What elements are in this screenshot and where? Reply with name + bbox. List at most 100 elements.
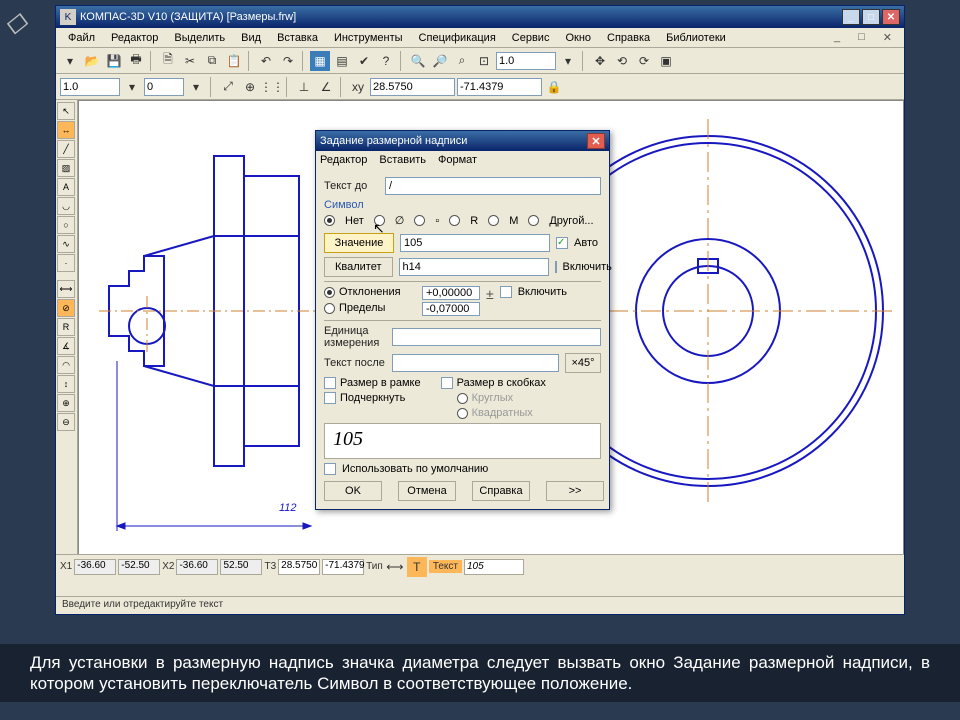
frame-checkbox[interactable] xyxy=(324,377,336,389)
angle-icon[interactable]: ∠ xyxy=(316,77,336,97)
menu-select[interactable]: Выделить xyxy=(166,30,233,46)
underline-checkbox[interactable] xyxy=(324,392,336,404)
cancel-button[interactable]: Отмена xyxy=(398,481,456,501)
include1-checkbox[interactable] xyxy=(555,261,557,273)
scale-dropdown[interactable]: ▾ xyxy=(122,77,142,97)
undo-icon[interactable]: ↶ xyxy=(256,51,276,71)
zoom-out-icon[interactable]: 🔎 xyxy=(430,51,450,71)
menu-editor[interactable]: Редактор xyxy=(103,30,166,46)
zoom-dropdown[interactable]: ▾ xyxy=(558,51,578,71)
zoom-window-icon[interactable]: ⌕ xyxy=(452,51,472,71)
refresh-icon[interactable]: ⟳ xyxy=(634,51,654,71)
tool-angle-dim[interactable]: ∡ xyxy=(57,337,75,355)
snap-icon[interactable]: ⤢ xyxy=(218,77,238,97)
tool-baseline-dim[interactable]: ⊖ xyxy=(57,413,75,431)
menu-help[interactable]: Справка xyxy=(599,30,658,46)
dlg-menu-format[interactable]: Формат xyxy=(438,154,477,166)
use-default-checkbox[interactable] xyxy=(324,463,336,475)
dev-lower-input[interactable] xyxy=(422,302,480,316)
tool-text[interactable]: A xyxy=(57,178,75,196)
ortho-icon[interactable]: ⊥ xyxy=(294,77,314,97)
props-icon[interactable]: ✔ xyxy=(354,51,374,71)
tool-arc-dim[interactable]: ◠ xyxy=(57,356,75,374)
tool-height-dim[interactable]: ↕ xyxy=(57,375,75,393)
tool-linear-dim[interactable]: ⟷ xyxy=(57,280,75,298)
tool-circle[interactable]: ○ xyxy=(57,216,75,234)
grid-icon[interactable]: ▦ xyxy=(310,51,330,71)
tool-diameter-dim[interactable]: ⊘ xyxy=(57,299,75,317)
unit-input[interactable] xyxy=(392,328,601,346)
dlg-menu-editor[interactable]: Редактор xyxy=(320,154,367,166)
save-icon[interactable]: 💾 xyxy=(104,51,124,71)
coord-lock-icon[interactable]: 🔒 xyxy=(544,77,564,97)
menu-file[interactable]: Файл xyxy=(60,30,103,46)
dev-upper-input[interactable] xyxy=(422,286,480,300)
t3x-value[interactable]: 28.5750 xyxy=(278,559,320,575)
brackets-checkbox[interactable] xyxy=(441,377,453,389)
pan-icon[interactable]: ✥ xyxy=(590,51,610,71)
radio-square[interactable] xyxy=(414,215,425,226)
zoom-fit-icon[interactable]: ⊡ xyxy=(474,51,494,71)
redo-icon[interactable]: ↷ xyxy=(278,51,298,71)
paste-icon[interactable]: 📋 xyxy=(224,51,244,71)
open-icon[interactable]: 📂 xyxy=(82,51,102,71)
preview-icon[interactable]: 🗎 xyxy=(158,51,178,71)
radio-other[interactable] xyxy=(528,215,539,226)
dlg-menu-insert[interactable]: Вставить xyxy=(379,154,426,166)
tool-point[interactable]: · xyxy=(57,254,75,272)
menu-spec[interactable]: Спецификация xyxy=(411,30,504,46)
menu-window[interactable]: Окно xyxy=(557,30,599,46)
print-icon[interactable]: 🖶 xyxy=(126,51,146,71)
zoom-value-input[interactable] xyxy=(496,52,556,70)
include2-checkbox[interactable] xyxy=(500,286,512,298)
coord-y-input[interactable] xyxy=(457,78,542,96)
ok-button[interactable]: OK xyxy=(324,481,382,501)
value-input[interactable] xyxy=(400,234,550,252)
value-button[interactable]: Значение xyxy=(324,233,394,253)
text-before-input[interactable] xyxy=(385,177,601,195)
radio-radius[interactable] xyxy=(449,215,460,226)
radio-deviation[interactable] xyxy=(324,287,335,298)
tool-arc[interactable]: ◡ xyxy=(57,197,75,215)
close-button[interactable]: ✕ xyxy=(882,9,900,25)
qualitet-button[interactable]: Квалитет xyxy=(324,257,393,277)
radio-limits[interactable] xyxy=(324,303,335,314)
copy-icon[interactable]: ⧉ xyxy=(202,51,222,71)
t3y-value[interactable]: -71.4379 xyxy=(322,559,364,575)
text-after-input[interactable] xyxy=(392,354,559,372)
help-icon[interactable]: ? xyxy=(376,51,396,71)
radio-none[interactable] xyxy=(324,215,335,226)
tool-chain-dim[interactable]: ⊕ xyxy=(57,394,75,412)
tool-dimension[interactable]: ↔ xyxy=(57,121,75,139)
coord-icon[interactable]: xy xyxy=(348,77,368,97)
mdi-close[interactable]: ✕ xyxy=(875,29,900,46)
grid-snap-icon[interactable]: ⋮⋮ xyxy=(262,77,282,97)
help-button[interactable]: Справка xyxy=(472,481,530,501)
radio-metric[interactable] xyxy=(488,215,499,226)
text-value-input[interactable] xyxy=(464,559,524,575)
zoom-in-icon[interactable]: 🔍 xyxy=(408,51,428,71)
step-dropdown[interactable]: ▾ xyxy=(186,77,206,97)
menu-view[interactable]: Вид xyxy=(233,30,269,46)
layer-icon[interactable]: ▤ xyxy=(332,51,352,71)
tool-select[interactable]: ↖ xyxy=(57,102,75,120)
menu-tools[interactable]: Инструменты xyxy=(326,30,411,46)
more-button[interactable]: >> xyxy=(546,481,604,501)
mdi-minimize[interactable]: _ xyxy=(826,29,848,46)
cut-icon[interactable]: ✂ xyxy=(180,51,200,71)
tool-radius-dim[interactable]: R xyxy=(57,318,75,336)
menu-insert[interactable]: Вставка xyxy=(269,30,326,46)
step-input[interactable] xyxy=(144,78,184,96)
radio-diameter[interactable] xyxy=(374,215,385,226)
menu-libraries[interactable]: Библиотеки xyxy=(658,30,734,46)
tool-line[interactable]: ╱ xyxy=(57,140,75,158)
x45-button[interactable]: ×45° xyxy=(565,353,601,373)
tool-hatch[interactable]: ▨ xyxy=(57,159,75,177)
new-doc-icon[interactable]: ▾ xyxy=(60,51,80,71)
qualitet-input[interactable] xyxy=(399,258,549,276)
dialog-close-button[interactable]: ✕ xyxy=(587,133,605,149)
rotate-icon[interactable]: ⟲ xyxy=(612,51,632,71)
view-icon[interactable]: ▣ xyxy=(656,51,676,71)
type-icon1[interactable]: ⟷ xyxy=(385,557,405,577)
coord-x-input[interactable] xyxy=(370,78,455,96)
